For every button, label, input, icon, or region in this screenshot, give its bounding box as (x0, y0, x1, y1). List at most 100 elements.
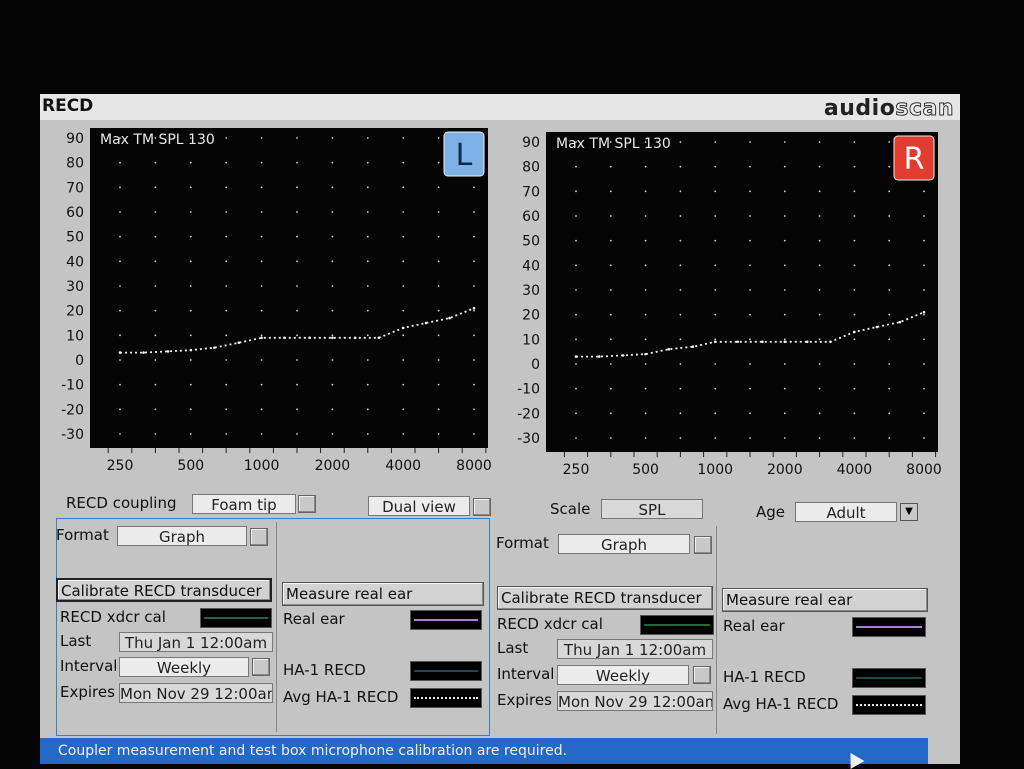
right-format-select[interactable]: Graph (558, 534, 690, 554)
grid-dot (154, 260, 157, 263)
left-interval-label: Interval (60, 657, 118, 675)
grid-dot (154, 334, 157, 337)
chart-title: Max TM SPL 130 (100, 132, 215, 148)
grid-dot (888, 412, 891, 415)
grid-dot (366, 309, 369, 312)
grid-dot (853, 190, 856, 193)
grid-dot (923, 239, 925, 242)
right-calibrate-recd-button[interactable]: Calibrate RECD transducer (497, 586, 713, 610)
grid-dot (749, 264, 751, 267)
y-tick-label: 50 (66, 230, 84, 246)
grid-dot (119, 359, 121, 361)
grid-dot (853, 264, 856, 267)
data-point (667, 347, 671, 351)
grid-dot (644, 313, 647, 316)
grid-dot (366, 260, 369, 263)
grid-dot (888, 387, 891, 390)
grid-dot (714, 412, 717, 415)
grid-dot (366, 359, 369, 361)
left-format-select[interactable]: Graph (117, 526, 247, 546)
right-measure-real-ear-button[interactable]: Measure real ear (722, 588, 928, 612)
grid-dot (366, 161, 369, 164)
dual-view-toggle[interactable] (473, 498, 491, 516)
left-measure-real-ear-button[interactable]: Measure real ear (282, 582, 484, 606)
scale-field[interactable]: SPL (601, 499, 703, 519)
recd-coupling-toggle[interactable] (298, 495, 316, 513)
grid-dot (609, 165, 612, 168)
right-interval-toggle[interactable] (693, 666, 711, 684)
left-xdcr-label: RECD xdcr cal (60, 608, 166, 626)
grid-dot (366, 211, 369, 213)
grid-dot (437, 359, 440, 361)
grid-dot (119, 383, 121, 386)
y-tick-label: 80 (66, 156, 84, 172)
grid-dot (154, 235, 157, 238)
x-tick-label: 8000 (456, 458, 492, 474)
chart-svg: 90 80 70 60 50 40 30 20 10 0 -10 -20 -30 250 500 1000 20… (517, 132, 942, 478)
grid-dot (296, 408, 298, 411)
data-point (260, 336, 263, 340)
left-interval-select[interactable]: Weekly (119, 657, 249, 677)
chart-svg: 90 80 70 60 50 40 30 20 10 0 -10 -20 -30 250 500 1000 20… (61, 128, 492, 474)
grid-dot (119, 161, 121, 164)
grid-dot (679, 215, 682, 217)
age-select[interactable]: Adult (795, 502, 897, 522)
left-format-toggle[interactable] (250, 528, 268, 546)
left-ha1-swatch (410, 661, 482, 681)
grid-dot (679, 412, 682, 415)
grid-dot (119, 433, 121, 435)
grid-dot (714, 190, 717, 193)
grid-dot (575, 437, 577, 439)
y-tick-label: 0 (75, 353, 84, 369)
dual-view-label[interactable]: Dual view (368, 496, 470, 516)
grid-dot (609, 190, 612, 193)
grid-dot (783, 190, 786, 193)
grid-dot (749, 165, 751, 168)
grid-dot (225, 433, 228, 435)
grid-dot (154, 285, 157, 287)
grid-dot (888, 313, 891, 316)
right-ha1-label: HA-1 RECD (723, 668, 806, 686)
grid-dot (783, 363, 786, 365)
grid-dot (402, 359, 405, 361)
grid-dot (225, 137, 228, 139)
grid-dot (714, 215, 717, 217)
grid-dot (609, 412, 612, 415)
grid-dot (609, 239, 612, 242)
grid-dot (644, 239, 647, 242)
grid-dot (225, 383, 228, 386)
grid-dot (402, 260, 405, 263)
right-panel-divider (716, 526, 717, 734)
grid-dot (296, 211, 298, 213)
grid-dot (402, 161, 405, 164)
left-xdcr-swatch (200, 608, 272, 628)
grid-dot (644, 264, 647, 267)
right-interval-select[interactable]: Weekly (557, 665, 689, 685)
grid-dot (189, 408, 192, 411)
grid-dot (783, 338, 786, 341)
right-expires-value: Mon Nov 29 12:00am (557, 691, 713, 711)
grid-dot (154, 408, 157, 411)
age-dropdown-button[interactable]: ▼ (900, 503, 918, 521)
grid-dot (575, 338, 577, 341)
grid-dot (818, 165, 821, 168)
y-tick-label: 30 (522, 283, 540, 299)
grid-dot (783, 437, 786, 439)
y-tick-label: 20 (522, 308, 540, 324)
grid-dot (402, 433, 405, 435)
right-format-toggle[interactable] (694, 536, 712, 554)
recd-coupling-field[interactable]: Foam tip (192, 494, 296, 514)
left-interval-toggle[interactable] (252, 658, 270, 676)
left-calibrate-recd-button[interactable]: Calibrate RECD transducer (56, 578, 272, 602)
grid-dot (714, 289, 717, 291)
right-last-label: Last (497, 639, 529, 657)
grid-dot (575, 239, 577, 242)
grid-dot (714, 387, 717, 390)
grid-dot (609, 264, 612, 267)
grid-dot (679, 338, 682, 341)
grid-dot (473, 260, 475, 263)
grid-dot (749, 437, 751, 439)
x-tick-label: 8000 (906, 462, 942, 478)
grid-dot (853, 239, 856, 242)
ear-badge-label: R (904, 142, 925, 177)
